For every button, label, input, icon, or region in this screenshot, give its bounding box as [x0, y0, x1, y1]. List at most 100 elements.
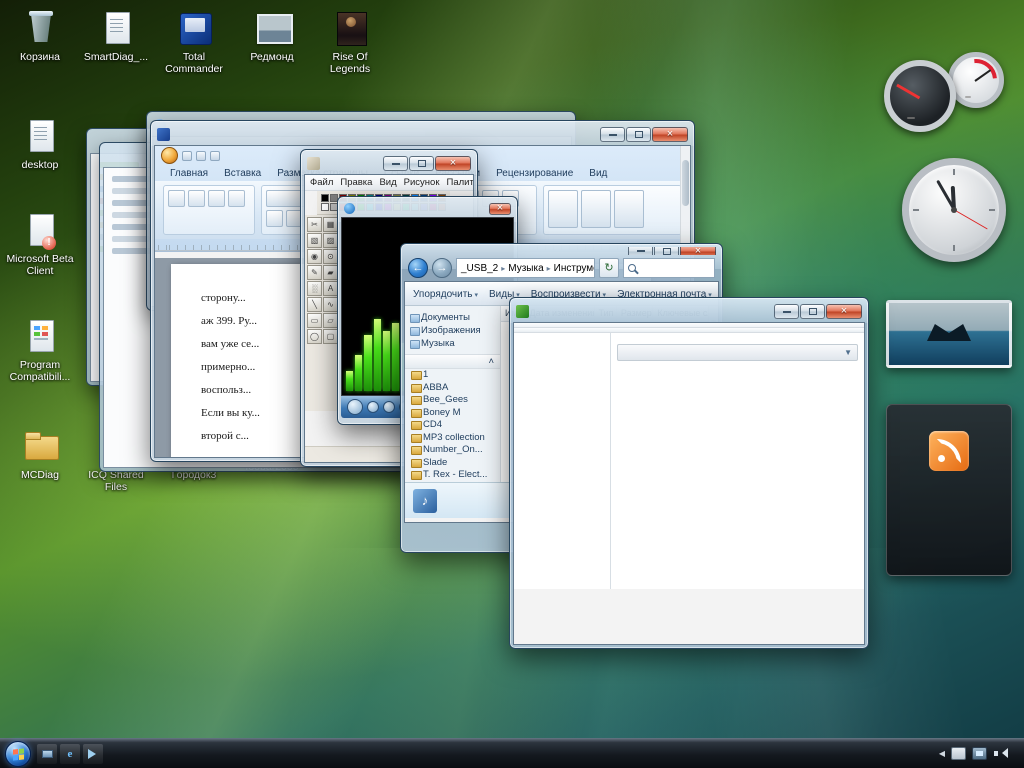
menu-item[interactable]: Файл [310, 177, 333, 188]
paint-tool-button[interactable]: ∿ [323, 297, 338, 312]
ribbon-button[interactable] [188, 190, 205, 207]
desktop-icon[interactable]: Program Compatibili... [4, 318, 76, 383]
maximize-button[interactable] [800, 304, 825, 319]
breadcrumb-label[interactable]: _USB_2 [461, 263, 498, 274]
breadcrumb-label[interactable]: Музыка [508, 263, 543, 274]
desktop-icon[interactable]: MCDiag [4, 428, 76, 481]
refresh-button[interactable]: ↻ [599, 258, 619, 278]
media-player-icon[interactable] [83, 743, 103, 764]
breadcrumb-segment[interactable]: Музыка ▸ [508, 263, 550, 274]
play-button[interactable] [347, 399, 363, 415]
paint-titlebar[interactable]: × [304, 153, 474, 174]
paint-tool-button[interactable]: ▱ [323, 313, 338, 328]
menu-item[interactable]: Рисунок [404, 177, 440, 188]
close-button[interactable]: × [489, 202, 511, 215]
back-button[interactable]: ← [408, 258, 428, 278]
paint-tool-button[interactable]: ⊙ [323, 249, 338, 264]
chevron-down-icon[interactable]: ▼ [844, 348, 852, 357]
ribbon-tab[interactable]: Вид [582, 166, 614, 181]
paint-tool-button[interactable]: ░ [307, 281, 322, 296]
start-button[interactable] [5, 740, 31, 767]
paint-tool-button[interactable]: ▭ [307, 313, 322, 328]
folder-tree-item[interactable]: CD4 [405, 419, 500, 432]
show-desktop-icon[interactable] [37, 743, 57, 764]
favorite-link[interactable]: Документы [405, 311, 500, 324]
stop-button[interactable] [367, 401, 379, 413]
paint-tool-button[interactable]: ▰ [323, 265, 338, 280]
desktop-icon[interactable]: SmartDiag_... [80, 10, 152, 63]
hidden-icons-arrow[interactable]: ◀ [939, 749, 945, 758]
ribbon-button[interactable] [266, 210, 283, 227]
rss-feed-gadget[interactable] [886, 404, 1012, 576]
breadcrumb-segment[interactable]: Инструментальные ▸ [554, 263, 594, 274]
clock-gadget[interactable] [902, 158, 1006, 262]
minimize-button[interactable] [383, 156, 408, 171]
folders-collapse-icon[interactable]: ˄ [488, 356, 494, 367]
undo-icon[interactable] [196, 150, 206, 161]
favorite-link[interactable]: Изображения [405, 324, 500, 337]
word-titlebar[interactable]: × [154, 124, 691, 145]
style-button[interactable] [548, 190, 578, 228]
folder-tree-item[interactable]: Number_On... [405, 444, 500, 457]
close-button[interactable]: × [826, 304, 862, 319]
search-input[interactable] [640, 262, 700, 274]
folder-tree-item[interactable]: Bee_Gees [405, 394, 500, 407]
ribbon-button[interactable] [228, 190, 245, 207]
explorer-titlebar[interactable]: × [404, 247, 719, 255]
previous-button[interactable] [383, 401, 395, 413]
style-button[interactable] [581, 190, 611, 228]
breadcrumb-segment[interactable]: _USB_2 ▸ [461, 263, 505, 274]
desktop-icon[interactable]: desktop [4, 118, 76, 171]
perfmon-titlebar[interactable]: × [513, 301, 865, 322]
folder-tree-item[interactable]: Boney M [405, 407, 500, 420]
ribbon-tab[interactable]: Главная [163, 166, 215, 181]
folders-header[interactable]: ˄ [405, 354, 500, 369]
ribbon-tab[interactable]: Рецензирование [489, 166, 580, 181]
desktop-icon[interactable]: Редмонд [236, 10, 308, 63]
wmp-titlebar[interactable]: × [341, 200, 514, 217]
minimize-button[interactable] [774, 304, 799, 319]
desktop-icon[interactable]: Rise Of Legends [314, 10, 386, 75]
folder-tree-item[interactable]: MP3 collection [405, 432, 500, 445]
favorite-link[interactable]: Музыка [405, 337, 500, 350]
close-button[interactable]: × [435, 156, 471, 171]
folder-tree-item[interactable]: T. Rex - Elect... [405, 469, 500, 482]
paint-tool-button[interactable]: ▦ [323, 217, 338, 232]
redo-icon[interactable] [210, 150, 220, 161]
desktop-icon[interactable]: Корзина [4, 10, 76, 63]
maximize-button[interactable] [654, 247, 679, 255]
paint-tool-button[interactable]: ╲ [307, 297, 322, 312]
paint-tool-button[interactable]: ◯ [307, 329, 322, 344]
paint-tool-button[interactable]: ▧ [307, 233, 322, 248]
volume-tray-icon[interactable] [993, 747, 1008, 760]
menu-item[interactable]: Правка [340, 177, 372, 188]
minimize-button[interactable] [600, 127, 625, 142]
paint-tool-button[interactable]: ◉ [307, 249, 322, 264]
forward-button[interactable]: → [432, 258, 452, 278]
search-box[interactable] [623, 258, 715, 278]
folder-tree-item[interactable]: ABBA [405, 382, 500, 395]
desktop-icon[interactable]: Total Commander [158, 10, 230, 75]
paint-tool-button[interactable]: ✂ [307, 217, 322, 232]
favorites-more-link[interactable] [405, 350, 500, 352]
folder-tree-item[interactable]: Slade [405, 457, 500, 470]
style-button[interactable] [614, 190, 644, 228]
close-button[interactable]: × [652, 127, 688, 142]
breadcrumb-label[interactable]: Инструментальные [554, 263, 594, 274]
paint-tool-button[interactable]: A [323, 281, 338, 296]
save-icon[interactable] [182, 150, 192, 161]
folder-tree-item[interactable]: The_Beatles... [405, 482, 500, 483]
paint-tool-button[interactable]: ✎ [307, 265, 322, 280]
menu-item[interactable]: Палитра [446, 177, 473, 188]
maximize-button[interactable] [409, 156, 434, 171]
ribbon-tab[interactable]: Вставка [217, 166, 268, 181]
folder-tree-item[interactable]: 1 [405, 369, 500, 382]
ribbon-button[interactable] [208, 190, 225, 207]
desktop-icon[interactable]: Microsoft Beta Client [4, 212, 76, 277]
maximize-button[interactable] [626, 127, 651, 142]
minimize-button[interactable] [628, 247, 653, 255]
color-swatch[interactable] [321, 203, 329, 211]
address-breadcrumb[interactable]: _USB_2 ▸ Музыка ▸ Инструментальные ▸ ▾ [456, 258, 595, 278]
office-button[interactable] [161, 147, 178, 164]
color-swatch[interactable] [321, 194, 329, 202]
